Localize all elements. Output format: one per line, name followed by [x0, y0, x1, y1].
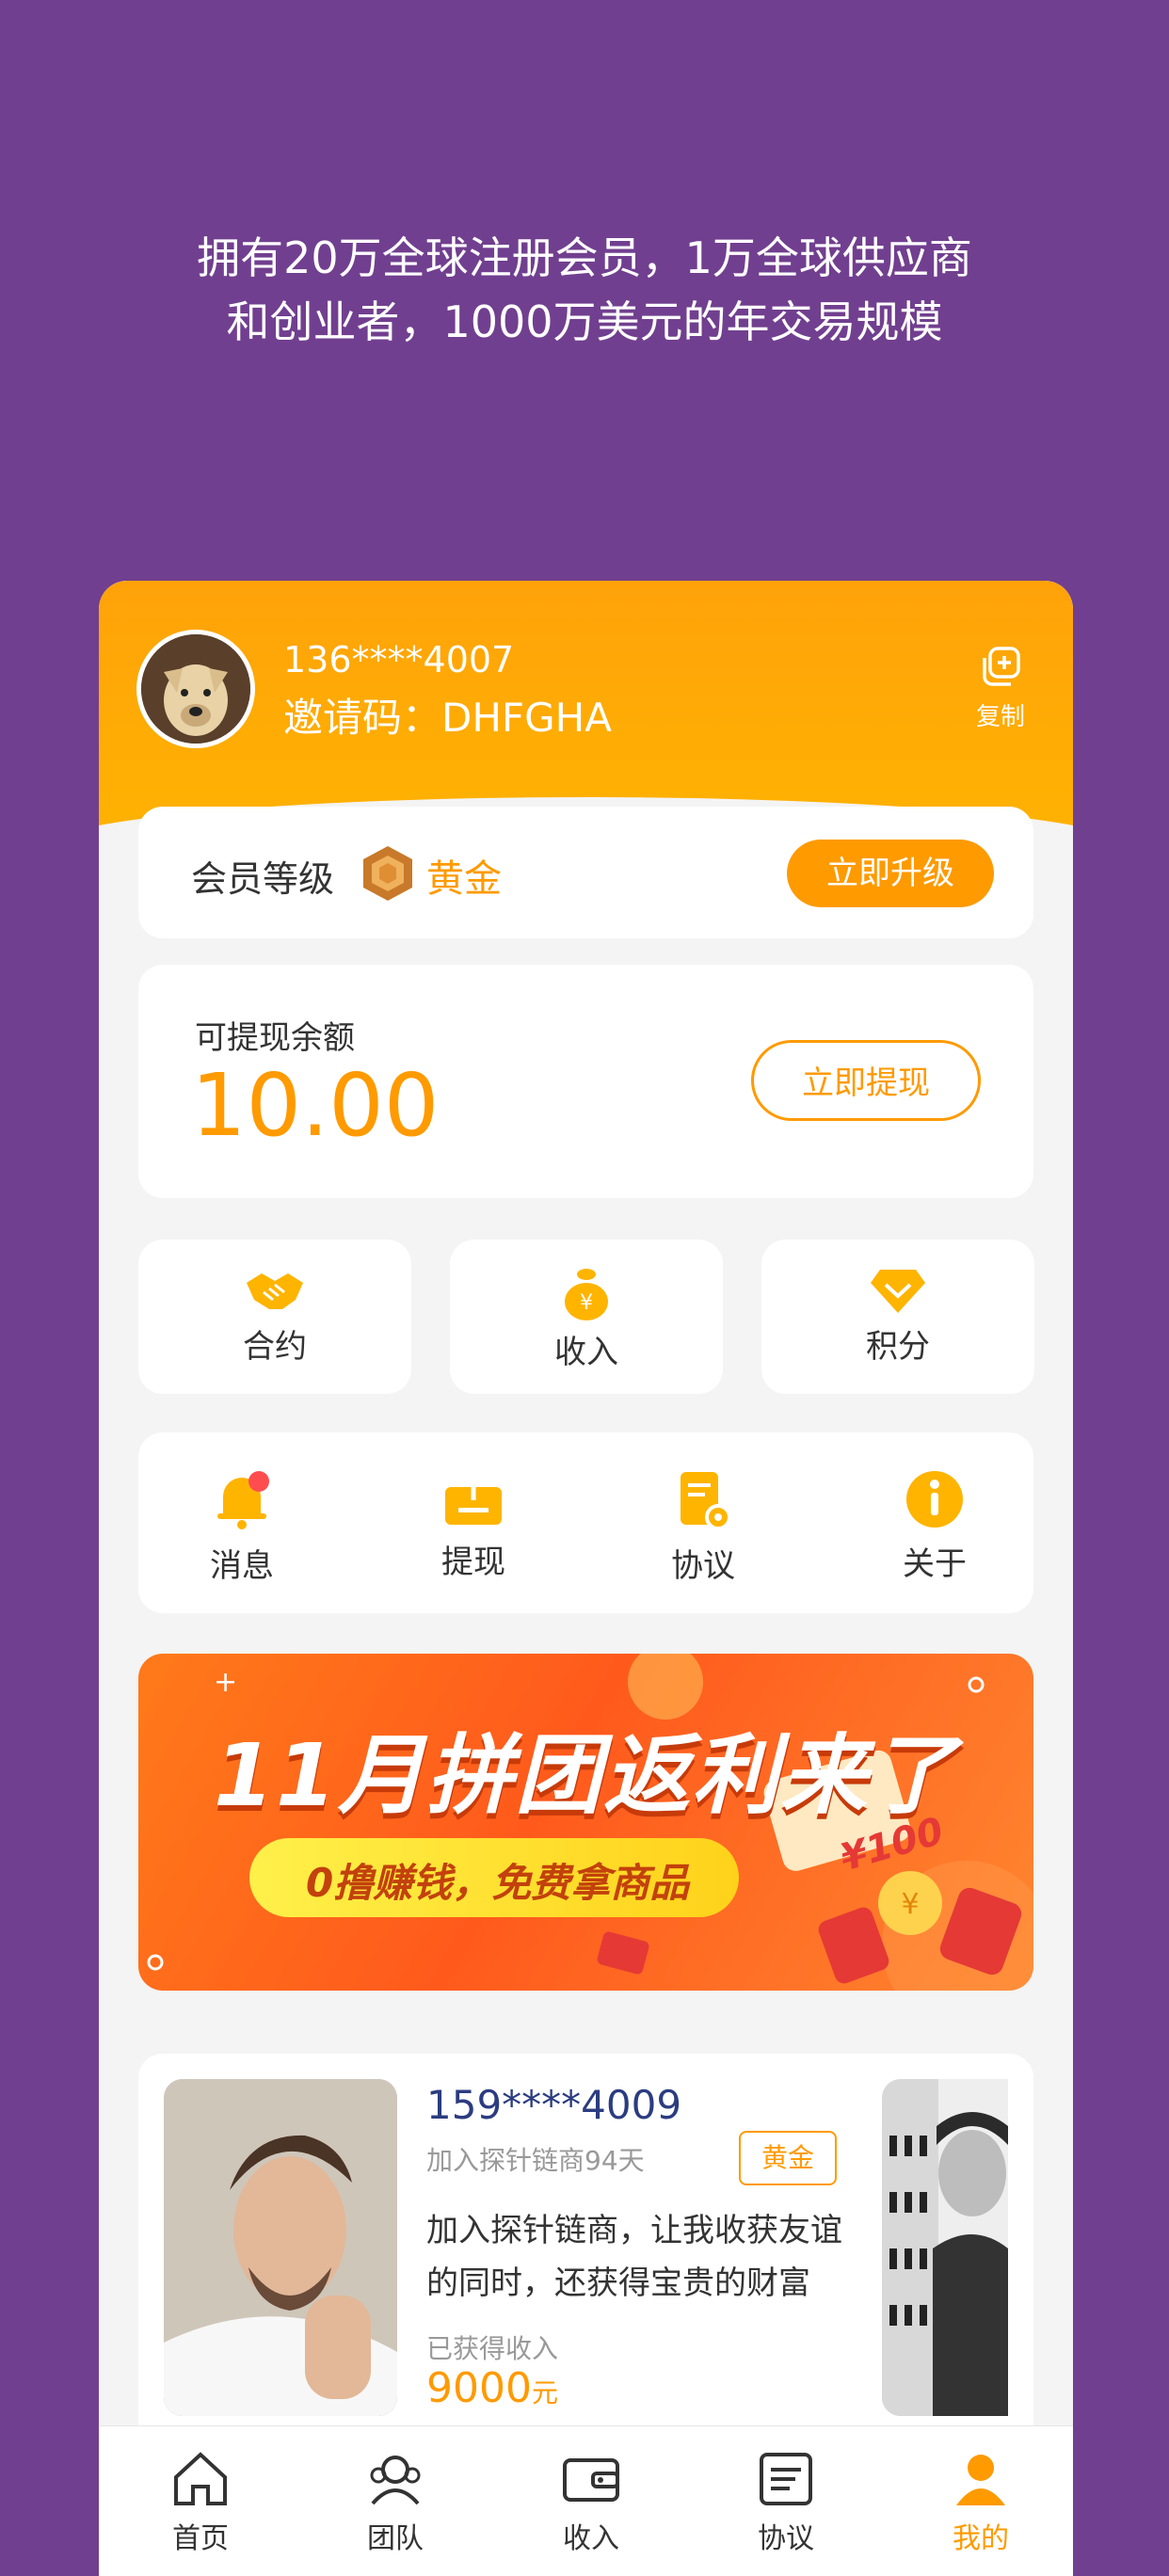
- balance-amount: 10.00: [191, 1055, 440, 1156]
- quick-action-points[interactable]: 积分: [761, 1240, 1034, 1394]
- promo-banner[interactable]: + ¥ 11月拼团返利来了 0撸赚钱，免费拿商品 ¥100: [138, 1654, 1033, 1991]
- menu-label: 关于: [903, 1545, 967, 1583]
- tab-bar: 首页 团队 收入 协议 我的: [99, 2425, 1073, 2576]
- testimonial-photo: [164, 2079, 397, 2416]
- quick-action-income[interactable]: ¥ 收入: [450, 1240, 723, 1394]
- testimonial-joined: 加入探针链商94天: [426, 2145, 645, 2176]
- quick-action-label: 积分: [866, 1328, 930, 1366]
- profile-phone: 136****4007: [283, 639, 515, 680]
- menu-label: 消息: [210, 1547, 274, 1585]
- testimonial-earn-value: 9000: [426, 2364, 532, 2412]
- membership-label: 会员等级: [191, 858, 335, 900]
- svg-text:¥: ¥: [901, 1888, 919, 1921]
- tab-income[interactable]: 收入: [525, 2449, 657, 2556]
- menu-item-messages[interactable]: 消息: [167, 1470, 317, 1586]
- menu-item-agreement[interactable]: 协议: [628, 1470, 778, 1586]
- tab-mine[interactable]: 我的: [915, 2449, 1047, 2556]
- quick-action-contract[interactable]: 合约: [138, 1240, 411, 1394]
- tab-label: 首页: [172, 2522, 229, 2555]
- testimonial-earn-label: 已获得收入: [426, 2333, 559, 2364]
- testimonial-desc: 加入探针链商，让我收获友谊的同时，还获得宝贵的财富: [426, 2212, 842, 2302]
- copy-label: 复制: [975, 703, 1025, 731]
- svg-text:+: +: [214, 1666, 237, 1699]
- copy-icon: [983, 647, 1020, 686]
- withdraw-box-icon: [445, 1470, 502, 1525]
- tagline-line1: 拥有20万全球注册会员，1万全球供应商: [197, 232, 972, 283]
- testimonial-earn-unit: 元: [531, 2377, 558, 2408]
- tab-label: 团队: [367, 2522, 424, 2555]
- invite-code: 邀请码：DHFGHA: [283, 695, 612, 741]
- banner-title: 11月拼团返利来了: [214, 1725, 958, 1826]
- menu-item-withdraw[interactable]: 提现: [398, 1470, 549, 1582]
- tagline: 拥有20万全球注册会员，1万全球供应商 和创业者，1000万美元的年交易规模: [0, 226, 1169, 354]
- user-icon: [956, 2455, 1005, 2505]
- testimonial-badge: 黄金: [739, 2131, 837, 2185]
- info-icon: [906, 1471, 963, 1528]
- balance-label: 可提现余额: [195, 1019, 355, 1057]
- quick-action-label: 合约: [243, 1328, 307, 1366]
- home-icon: [174, 2452, 227, 2505]
- menu-label: 提现: [441, 1544, 505, 1581]
- tab-agreement[interactable]: 协议: [720, 2449, 852, 2556]
- tab-label: 收入: [563, 2522, 619, 2555]
- app-screen: 136****4007 邀请码：DHFGHA 复制 会员等级 黄金 立即升级 可…: [99, 581, 1073, 2576]
- document-icon: [681, 1472, 731, 1530]
- tab-label: 我的: [953, 2522, 1009, 2555]
- tagline-line2: 和创业者，1000万美元的年交易规模: [226, 296, 943, 347]
- quick-action-label: 收入: [554, 1334, 618, 1371]
- wallet-icon: [563, 2458, 619, 2502]
- handshake-icon: [247, 1273, 303, 1309]
- banner-subtitle: 0撸赚钱，免费拿商品: [306, 1860, 690, 1906]
- svg-text:¥: ¥: [580, 1291, 593, 1315]
- menu-grid: 消息 提现 协议 关于: [138, 1432, 1033, 1613]
- list-icon: [760, 2453, 812, 2505]
- avatar[interactable]: [136, 630, 255, 748]
- tab-label: 协议: [758, 2522, 814, 2555]
- testimonial-earn: 9000元: [426, 2364, 558, 2412]
- upgrade-button[interactable]: 立即升级: [787, 840, 994, 907]
- money-bag-icon: ¥: [565, 1269, 608, 1320]
- tab-team[interactable]: 团队: [329, 2449, 461, 2556]
- team-icon: [370, 2456, 421, 2505]
- testimonial-phone: 159****4009: [426, 2082, 682, 2128]
- bell-icon: [217, 1471, 269, 1529]
- testimonial-photo-next: [882, 2079, 1008, 2416]
- menu-label: 协议: [671, 1547, 735, 1585]
- tab-home[interactable]: 首页: [135, 2449, 266, 2556]
- balance-card: 可提现余额 10.00 立即提现: [138, 965, 1033, 1198]
- copy-button[interactable]: 复制: [963, 645, 1038, 732]
- withdraw-button[interactable]: 立即提现: [751, 1040, 981, 1121]
- membership-level: 黄金: [426, 857, 502, 901]
- menu-item-about[interactable]: 关于: [859, 1470, 1010, 1584]
- gold-badge-icon: [360, 844, 415, 906]
- membership-card: 会员等级 黄金 立即升级: [138, 807, 1033, 938]
- diamond-icon: [871, 1270, 925, 1313]
